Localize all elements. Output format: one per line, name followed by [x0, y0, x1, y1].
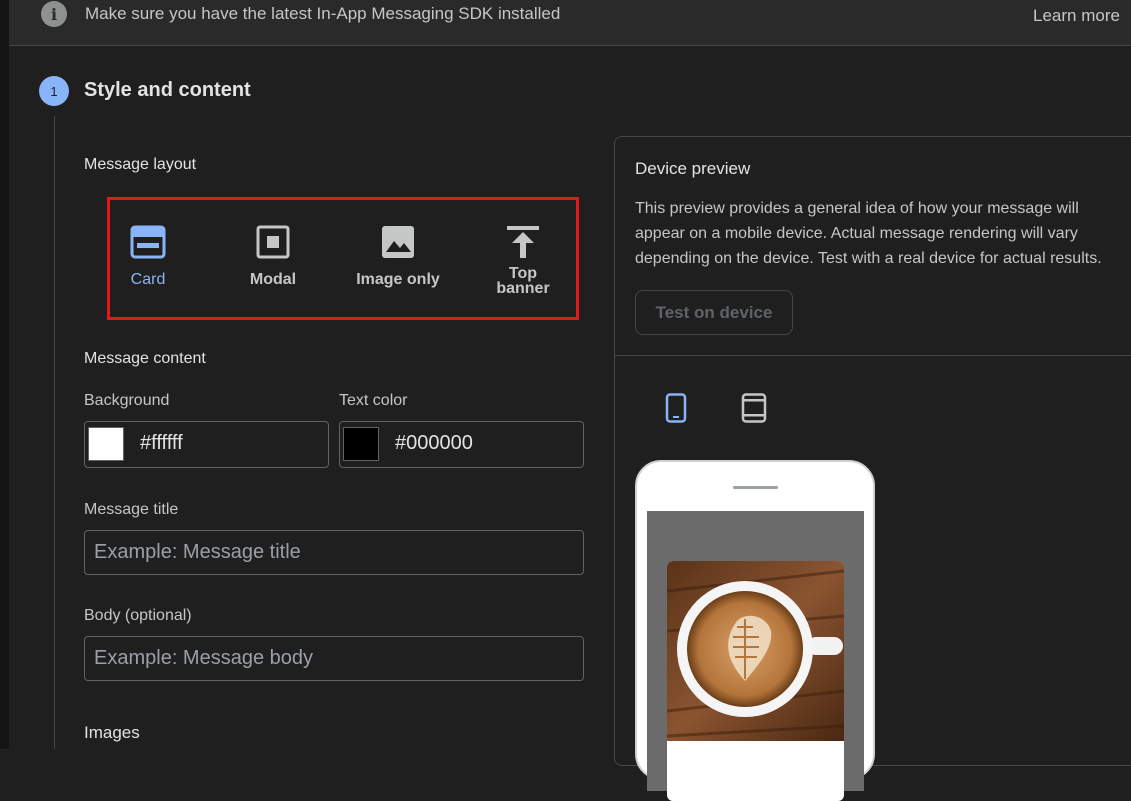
layout-option-label: Card [130, 271, 166, 288]
phone-icon[interactable] [665, 393, 687, 428]
body-label: Body (optional) [84, 607, 192, 624]
layout-option-label: Top banner [496, 265, 550, 297]
test-on-device-button[interactable]: Test on device [635, 290, 793, 335]
phone-screen [647, 511, 864, 801]
layout-option-label: Image only [356, 271, 440, 288]
card-preview-image [667, 561, 844, 741]
message-layout-label: Message layout [84, 156, 197, 173]
device-preview-description: This preview provides a general idea of … [635, 200, 1102, 267]
message-title-input[interactable]: Example: Message title [84, 530, 584, 575]
card-message-preview [667, 561, 844, 801]
text-color-swatch[interactable] [343, 427, 379, 461]
text-color-field[interactable]: #000000 [339, 421, 584, 468]
layout-option-modal[interactable]: Modal [218, 222, 328, 288]
phone-speaker [733, 486, 778, 489]
text-color-value: #000000 [395, 432, 473, 454]
preview-divider [615, 355, 1131, 356]
images-label: Images [84, 723, 140, 742]
message-body-input[interactable]: Example: Message body [84, 636, 584, 681]
layout-option-label: Modal [249, 271, 297, 288]
background-label: Background [84, 392, 170, 409]
step-title: Style and content [84, 79, 251, 101]
info-icon: i [41, 1, 67, 27]
phone-mockup [635, 460, 875, 801]
message-title-label: Message title [84, 501, 179, 518]
left-gutter [0, 0, 9, 749]
device-preview-panel: Device preview This preview provides a g… [614, 136, 1131, 801]
message-body-placeholder: Example: Message body [94, 647, 314, 669]
sdk-info-banner: i Make sure you have the latest In-App M… [9, 0, 1131, 46]
modal-icon [218, 222, 328, 262]
background-color-field[interactable]: #ffffff [84, 421, 329, 468]
message-title-placeholder: Example: Message title [94, 541, 301, 563]
tablet-icon[interactable] [741, 393, 767, 428]
message-content-label: Message content [84, 350, 206, 367]
step-number-badge: 1 [39, 76, 69, 106]
image-icon [343, 222, 453, 262]
banner-message: Make sure you have the latest In-App Mes… [85, 4, 561, 23]
device-preview-title: Device preview [635, 159, 751, 178]
text-color-label: Text color [339, 392, 408, 409]
background-color-swatch[interactable] [88, 427, 124, 461]
layout-option-image-only[interactable]: Image only [343, 222, 453, 288]
layout-option-card[interactable]: Card [93, 222, 203, 288]
layout-options-group: Card Modal Image only Top banner [107, 197, 579, 320]
top-banner-icon [468, 222, 578, 262]
layout-option-top-banner[interactable]: Top banner [468, 222, 578, 297]
background-color-value: #ffffff [140, 432, 183, 454]
card-icon [93, 222, 203, 262]
step-connector-line [54, 116, 55, 749]
learn-more-link[interactable]: Learn more [1033, 6, 1120, 26]
